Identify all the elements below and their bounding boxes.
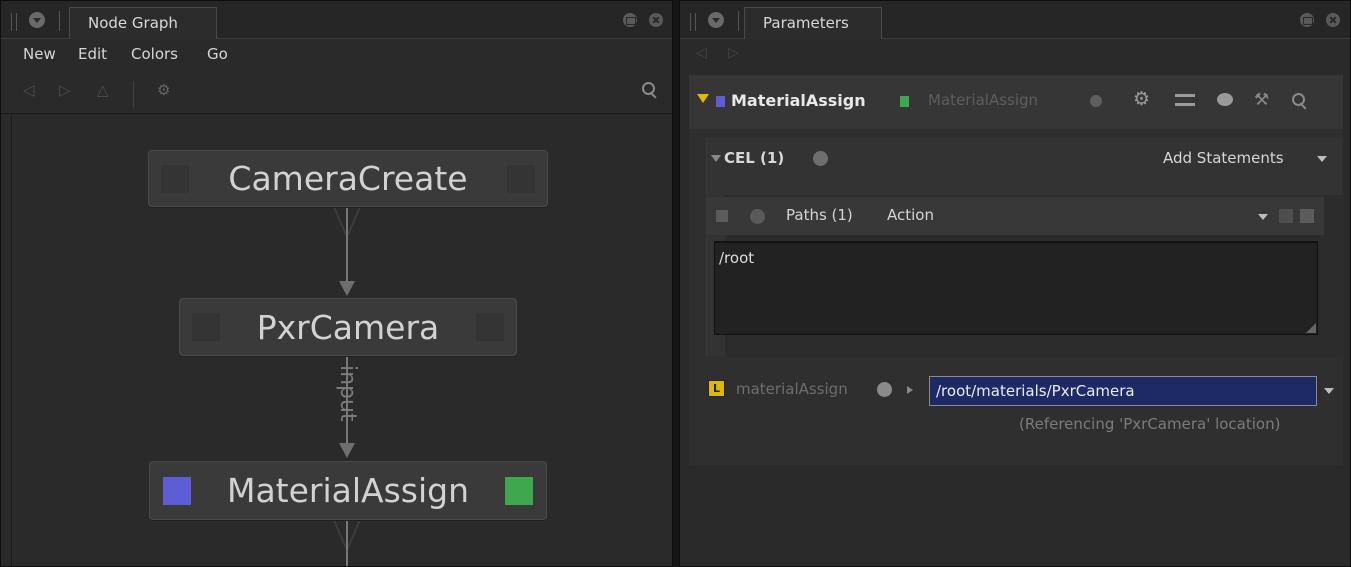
- delete-statement-icon[interactable]: [1300, 209, 1314, 223]
- node-header: MaterialAssign MaterialAssign ⚙ ⚒: [689, 75, 1343, 129]
- paths-label: Paths (1): [786, 206, 853, 224]
- cel-paths-textarea[interactable]: /root: [714, 241, 1318, 335]
- node-graph-tabstrip: Node Graph: [1, 1, 672, 39]
- search-icon[interactable]: [642, 82, 658, 98]
- node-output-port[interactable]: [507, 165, 535, 193]
- float-panel-icon[interactable]: [1300, 13, 1314, 27]
- node-label: PxrCamera: [256, 308, 440, 347]
- node-type-label: MaterialAssign: [928, 91, 1039, 109]
- wrench-icon[interactable]: ⚒: [1254, 90, 1269, 110]
- node-name-label[interactable]: MaterialAssign: [731, 91, 866, 110]
- node-label: CameraCreate: [228, 159, 468, 198]
- node-material-assign[interactable]: MaterialAssign: [149, 461, 547, 520]
- action-label[interactable]: Action: [887, 206, 934, 224]
- cel-reset-icon[interactable]: [813, 151, 828, 166]
- parameters-tabstrip: Parameters: [680, 1, 1350, 39]
- menu-go[interactable]: Go: [207, 45, 228, 63]
- node-graph-panel: Node Graph New Edit Colors Go ◁ ▷ △ ⚙ in…: [0, 0, 673, 567]
- tab-node-graph[interactable]: Node Graph: [69, 7, 217, 39]
- menu-colors[interactable]: Colors: [131, 45, 178, 63]
- tab-parameters-label: Parameters: [763, 14, 849, 32]
- cel-paths-value: /root: [719, 249, 755, 267]
- cel-collapse-icon[interactable]: [711, 155, 721, 162]
- output-color-swatch: [900, 96, 909, 107]
- node-input-port[interactable]: [163, 477, 191, 505]
- menu-new[interactable]: New: [23, 45, 56, 63]
- node-output-port[interactable]: [476, 313, 504, 341]
- close-panel-icon[interactable]: [649, 13, 663, 27]
- menu-edit[interactable]: Edit: [78, 45, 107, 63]
- forward-arrow-icon[interactable]: ▷: [728, 45, 739, 61]
- drag-grip-icon[interactable]: [690, 13, 696, 31]
- help-icon[interactable]: [1090, 95, 1102, 107]
- material-assign-label: materialAssign: [736, 380, 848, 398]
- add-statements-dropdown-icon[interactable]: [1317, 156, 1327, 162]
- parameters-body: MaterialAssign MaterialAssign ⚙ ⚒ CEL (1…: [689, 75, 1344, 465]
- toolbar-separator: [133, 81, 134, 107]
- expand-icon[interactable]: [1279, 209, 1293, 223]
- cel-label: CEL (1): [724, 149, 785, 167]
- material-assign-value: /root/materials/PxrCamera: [936, 382, 1135, 400]
- search-icon[interactable]: [1292, 93, 1308, 109]
- edge-label-input: input: [335, 365, 360, 422]
- material-assign-reset-icon[interactable]: [877, 382, 892, 397]
- gear-icon[interactable]: ⚙: [157, 81, 170, 99]
- tab-separator: [59, 11, 60, 31]
- add-statements-button[interactable]: Add Statements: [1163, 149, 1284, 167]
- statement-header: Paths (1) Action: [706, 197, 1324, 235]
- node-camera-create[interactable]: CameraCreate: [148, 150, 548, 207]
- float-panel-icon[interactable]: [623, 13, 637, 27]
- close-panel-icon[interactable]: [1326, 13, 1340, 27]
- node-graph-toolbar: ◁ ▷ △ ⚙: [1, 69, 672, 114]
- input-color-swatch: [716, 96, 725, 107]
- forward-arrow-icon[interactable]: ▷: [59, 81, 71, 99]
- action-dropdown-icon[interactable]: [1258, 214, 1268, 220]
- material-assign-input[interactable]: /root/materials/PxrCamera: [929, 376, 1317, 406]
- node-graph-canvas[interactable]: input CameraCreate PxrCamera MaterialAss…: [11, 115, 667, 566]
- drag-grip-icon[interactable]: [11, 13, 17, 31]
- panel-menu-icon[interactable]: [29, 12, 45, 28]
- reorder-handle-icon[interactable]: [716, 210, 728, 222]
- referencing-note: (Referencing 'PxrCamera' location): [1019, 415, 1281, 433]
- material-assign-dropdown-icon[interactable]: [1324, 388, 1334, 394]
- parameters-panel: Parameters ◁ ▷ MaterialAssign MaterialAs…: [679, 0, 1351, 567]
- gear-icon[interactable]: ⚙: [1133, 88, 1150, 110]
- node-label: MaterialAssign: [226, 471, 470, 510]
- node-input-port[interactable]: [192, 313, 220, 341]
- collapse-triangle-icon[interactable]: [697, 94, 709, 103]
- panel-menu-icon[interactable]: [708, 12, 724, 28]
- node-pxr-camera[interactable]: PxrCamera: [179, 298, 517, 356]
- hierarchy-icon[interactable]: [1175, 94, 1195, 106]
- tab-separator: [738, 11, 739, 31]
- parameters-nav: ◁ ▷: [680, 39, 1350, 71]
- local-badge-icon[interactable]: L: [708, 380, 725, 397]
- back-arrow-icon[interactable]: ◁: [696, 45, 707, 61]
- resize-grip-icon[interactable]: [1306, 323, 1316, 333]
- node-input-port[interactable]: [161, 165, 189, 193]
- node-graph-menubar: New Edit Colors Go: [1, 39, 672, 69]
- tab-node-graph-label: Node Graph: [88, 14, 178, 32]
- up-arrow-icon[interactable]: △: [97, 81, 109, 99]
- comment-icon[interactable]: [1217, 93, 1233, 106]
- node-output-port[interactable]: [505, 477, 533, 505]
- statement-reset-icon[interactable]: [750, 209, 765, 224]
- tab-parameters[interactable]: Parameters: [744, 7, 882, 39]
- expand-arrow-icon[interactable]: [907, 386, 913, 394]
- back-arrow-icon[interactable]: ◁: [23, 81, 35, 99]
